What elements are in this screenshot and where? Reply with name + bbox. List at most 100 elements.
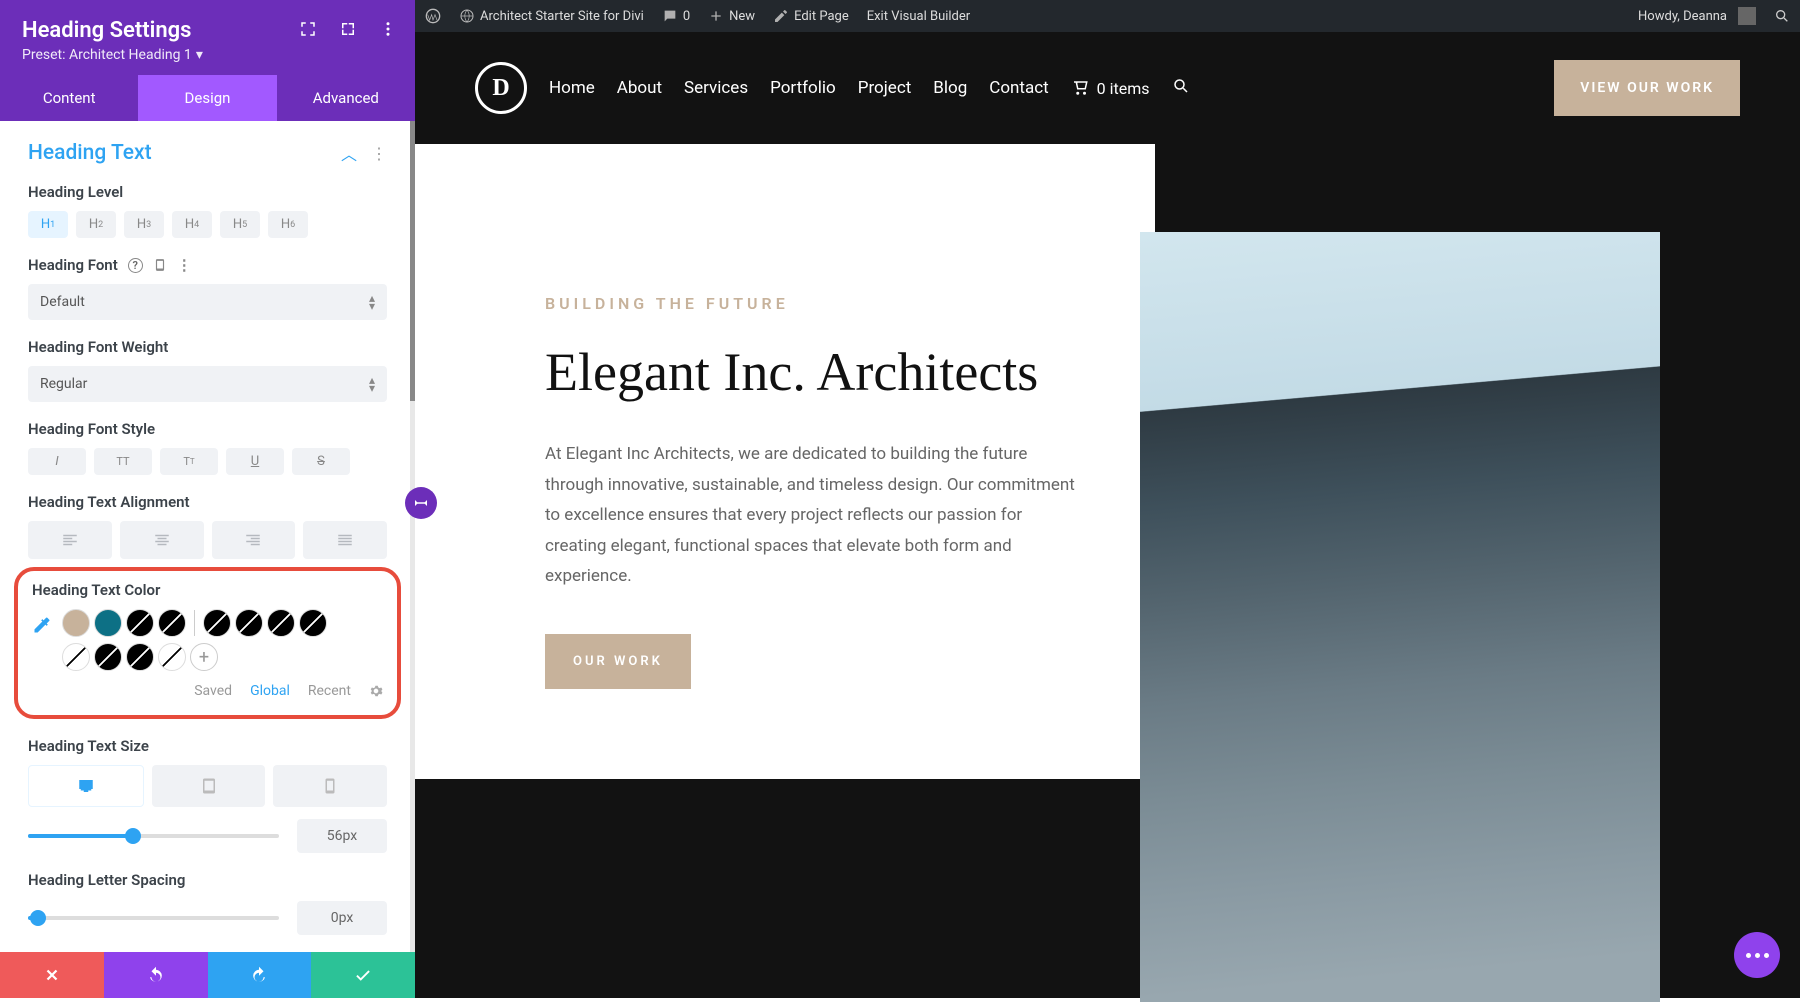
kebab-icon[interactable]: ⋮ [177,256,192,274]
expand-icon[interactable] [339,20,357,42]
preset-selector[interactable]: Preset: Architect Heading 1 ▾ [22,47,393,63]
sidebar-header: Heading Settings Preset: Architect Headi… [0,0,415,75]
tab-content[interactable]: Content [0,75,138,121]
level-h5[interactable]: H5 [220,211,260,238]
lspace-value[interactable]: 0px [297,901,387,935]
page-preview: D Home About Services Portfolio Project … [415,32,1800,998]
device-phone[interactable] [273,765,387,807]
color-swatch[interactable] [94,609,122,637]
size-value[interactable]: 56px [297,819,387,853]
builder-fab[interactable] [1734,932,1780,978]
logo[interactable]: D [475,62,527,114]
level-h1[interactable]: H1 [28,211,68,238]
new-link[interactable]: New [708,8,755,24]
color-tab-global[interactable]: Global [250,683,290,699]
size-slider[interactable] [28,834,279,838]
nav-services[interactable]: Services [684,78,748,98]
howdy-user[interactable]: Howdy, Deanna [1638,7,1756,25]
nav-project[interactable]: Project [858,78,912,98]
redo-button[interactable] [208,952,312,998]
lspace-slider[interactable] [28,916,279,920]
style-uppercase[interactable]: TT [94,448,152,475]
tab-advanced[interactable]: Advanced [277,75,415,121]
color-swatch[interactable] [94,643,122,671]
chevron-up-icon[interactable]: ︿ [341,141,357,165]
nav-about[interactable]: About [617,78,662,98]
select-arrows-icon: ▴▾ [369,376,375,392]
level-h4[interactable]: H4 [172,211,212,238]
color-swatch[interactable] [62,643,90,671]
hero-section: BUILDING THE FUTURE Elegant Inc. Archite… [415,144,1800,779]
style-underline[interactable]: U [226,448,284,475]
edit-page-link[interactable]: Edit Page [773,8,849,24]
our-work-button[interactable]: OUR WORK [545,634,691,689]
level-h3[interactable]: H3 [124,211,164,238]
label-font-style: Heading Font Style [28,420,387,438]
sidebar-footer [0,952,415,998]
cart-link[interactable]: 0 items [1071,79,1150,98]
nav-home[interactable]: Home [549,78,595,98]
heading-level-row: H1 H2 H3 H4 H5 H6 [28,211,387,238]
wp-logo[interactable] [425,8,441,24]
device-tablet[interactable] [152,765,266,807]
save-button[interactable] [311,952,415,998]
align-center[interactable] [120,521,204,559]
add-swatch-button[interactable]: + [190,643,218,671]
color-swatch[interactable] [235,609,263,637]
phone-icon[interactable] [153,258,167,272]
kebab-icon[interactable] [379,20,397,42]
nav-contact[interactable]: Contact [989,78,1048,98]
tab-design[interactable]: Design [138,75,276,121]
color-swatch[interactable] [126,609,154,637]
color-swatch[interactable] [203,609,231,637]
align-left[interactable] [28,521,112,559]
undo-button[interactable] [104,952,208,998]
comments-link[interactable]: 0 [662,8,690,24]
section-title[interactable]: Heading Text [28,141,152,165]
color-tab-recent[interactable]: Recent [308,683,351,699]
color-swatch[interactable] [62,609,90,637]
view-work-button[interactable]: VIEW OUR WORK [1554,60,1740,116]
color-swatch[interactable] [299,609,327,637]
label-text-color: Heading Text Color [32,581,383,599]
help-icon[interactable]: ? [128,258,143,273]
label-text-size: Heading Text Size [28,737,387,755]
search-icon[interactable] [1774,8,1790,24]
color-swatch[interactable] [158,609,186,637]
font-select[interactable]: Default ▴▾ [28,284,387,320]
gear-icon[interactable] [369,684,383,698]
site-name[interactable]: Architect Starter Site for Divi [459,8,644,24]
nav-portfolio[interactable]: Portfolio [770,78,836,98]
wp-adminbar: Architect Starter Site for Divi 0 New Ed… [415,0,1800,32]
exit-vb-link[interactable]: Exit Visual Builder [867,9,970,24]
color-swatch[interactable] [267,609,295,637]
label-font-weight: Heading Font Weight [28,338,387,356]
swatch-row-1 [62,609,327,637]
style-smallcaps[interactable]: TT [160,448,218,475]
nav-blog[interactable]: Blog [933,78,967,98]
weight-select[interactable]: Regular ▴▾ [28,366,387,402]
level-h6[interactable]: H6 [268,211,308,238]
align-right[interactable] [212,521,296,559]
eyedropper-icon[interactable] [32,615,52,635]
hero-text: BUILDING THE FUTURE Elegant Inc. Archite… [415,144,1155,779]
sidebar-tabs: Content Design Advanced [0,75,415,121]
kebab-icon[interactable]: ⋮ [371,144,387,163]
align-justify[interactable] [303,521,387,559]
label-letter-spacing: Heading Letter Spacing [28,871,387,889]
focus-icon[interactable] [299,20,317,42]
level-h2[interactable]: H2 [76,211,116,238]
color-swatch[interactable] [158,643,186,671]
label-text-align: Heading Text Alignment [28,493,387,511]
style-strike[interactable]: S [292,448,350,475]
color-tab-saved[interactable]: Saved [194,683,232,699]
color-swatch[interactable] [126,643,154,671]
page-heading[interactable]: Elegant Inc. Architects [545,341,1085,403]
cancel-button[interactable] [0,952,104,998]
sidebar-body: Heading Text ︿ ⋮ Heading Level H1 H2 H3 … [0,121,415,952]
color-source-tabs: Saved Global Recent [32,683,383,699]
style-italic[interactable]: I [28,448,86,475]
search-icon[interactable] [1172,77,1190,99]
device-desktop[interactable] [28,765,144,807]
resize-handle[interactable] [405,487,437,519]
